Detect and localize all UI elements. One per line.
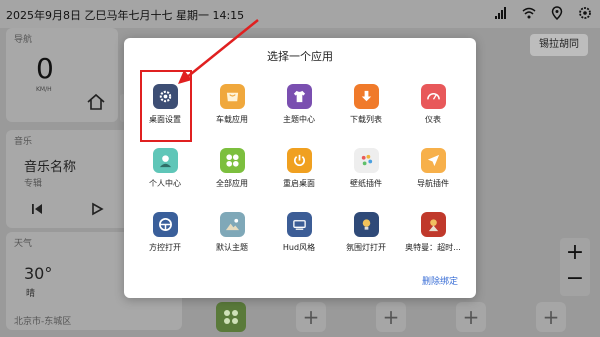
hud-icon <box>287 212 312 237</box>
app-label: 主题中心 <box>283 115 315 124</box>
gauge-icon <box>421 84 446 109</box>
temperature-value: 30° <box>24 264 53 283</box>
app-label: 奥特曼：超时... <box>405 243 461 252</box>
highlight-box <box>140 70 192 142</box>
speed-unit: KM/H <box>36 86 52 93</box>
app-label: 壁纸插件 <box>350 179 382 188</box>
location-icon <box>551 6 563 20</box>
app-item[interactable]: 重启桌面 <box>266 146 332 202</box>
weather-location: 北京市-东城区 <box>14 317 72 327</box>
home-icon[interactable] <box>86 92 106 112</box>
dock-add-slot[interactable]: + <box>376 302 406 332</box>
dock-all-apps[interactable] <box>216 302 246 332</box>
store-icon <box>220 84 245 109</box>
song-name: 音乐名称 <box>24 160 77 175</box>
dock-add-slot[interactable]: + <box>456 302 486 332</box>
dialog-title: 选择一个应用 <box>267 50 333 63</box>
app-item[interactable]: 主题中心 <box>266 82 332 138</box>
app-item[interactable]: 奥特曼：超时... <box>400 210 466 266</box>
download-icon <box>354 84 379 109</box>
app-item[interactable]: 下载列表 <box>333 82 399 138</box>
zoom-in-button[interactable]: + <box>560 240 590 266</box>
app-label: 重启桌面 <box>283 179 315 188</box>
apps-grid-icon <box>224 310 238 324</box>
play-icon[interactable] <box>90 202 104 216</box>
app-label: 氛围灯打开 <box>346 243 386 252</box>
status-datetime: 2025年9月8日 乙巳马年七月十七 星期一 14:15 <box>6 9 245 22</box>
weather-card-title: 天气 <box>14 239 33 249</box>
power-icon <box>287 148 312 173</box>
app-label: 导航插件 <box>417 179 449 188</box>
steering-wheel-icon <box>153 212 178 237</box>
app-label: Hud风格 <box>282 243 316 252</box>
app-item[interactable]: 全部应用 <box>199 146 265 202</box>
dock-add-slot[interactable]: + <box>536 302 566 332</box>
speed-value: 0 <box>36 52 54 85</box>
zoom-out-button[interactable]: − <box>560 268 590 294</box>
dock-add-slot[interactable]: + <box>296 302 326 332</box>
street-name-button[interactable]: 锡拉胡同 <box>530 34 588 56</box>
app-item[interactable]: 仪表 <box>400 82 466 138</box>
remove-binding-link[interactable]: 删除绑定 <box>422 274 458 287</box>
map-zoom-controls: + − <box>560 238 590 296</box>
app-item[interactable]: 导航插件 <box>400 146 466 202</box>
app-item[interactable]: 默认主题 <box>199 210 265 266</box>
status-icons <box>494 6 592 20</box>
app-label: 个人中心 <box>149 179 181 188</box>
apps-grid-icon <box>220 148 245 173</box>
app-item[interactable]: Hud风格 <box>266 210 332 266</box>
app-item[interactable]: 车载应用 <box>199 82 265 138</box>
palette-icon <box>354 148 379 173</box>
app-label: 方控打开 <box>149 243 181 252</box>
weather-condition: 晴 <box>26 289 36 299</box>
navigation-card-title: 导航 <box>14 35 33 45</box>
album-name: 专辑 <box>24 179 43 189</box>
app-item[interactable]: 方控打开 <box>132 210 198 266</box>
app-label: 全部应用 <box>216 179 248 188</box>
navigation-icon <box>421 148 446 173</box>
app-item[interactable]: 壁纸插件 <box>333 146 399 202</box>
app-label: 车载应用 <box>216 115 248 124</box>
app-label: 默认主题 <box>216 243 248 252</box>
lightbulb-icon <box>354 212 379 237</box>
music-card-title: 音乐 <box>14 137 33 147</box>
landscape-icon <box>220 212 245 237</box>
navigation-card[interactable]: 导航 0 KM/H <box>6 28 118 122</box>
app-item[interactable]: 氛围灯打开 <box>333 210 399 266</box>
tshirt-icon <box>287 84 312 109</box>
signal-icon <box>495 7 506 19</box>
settings-icon[interactable] <box>578 6 592 20</box>
status-bar: 2025年9月8日 乙巳马年七月十七 星期一 14:15 <box>0 0 600 28</box>
person-icon <box>153 148 178 173</box>
app-label: 仪表 <box>425 115 441 124</box>
ultraman-game-icon <box>421 212 446 237</box>
previous-track-icon[interactable] <box>30 202 44 216</box>
wifi-icon <box>522 7 536 19</box>
app-item[interactable]: 个人中心 <box>132 146 198 202</box>
app-label: 下载列表 <box>350 115 382 124</box>
